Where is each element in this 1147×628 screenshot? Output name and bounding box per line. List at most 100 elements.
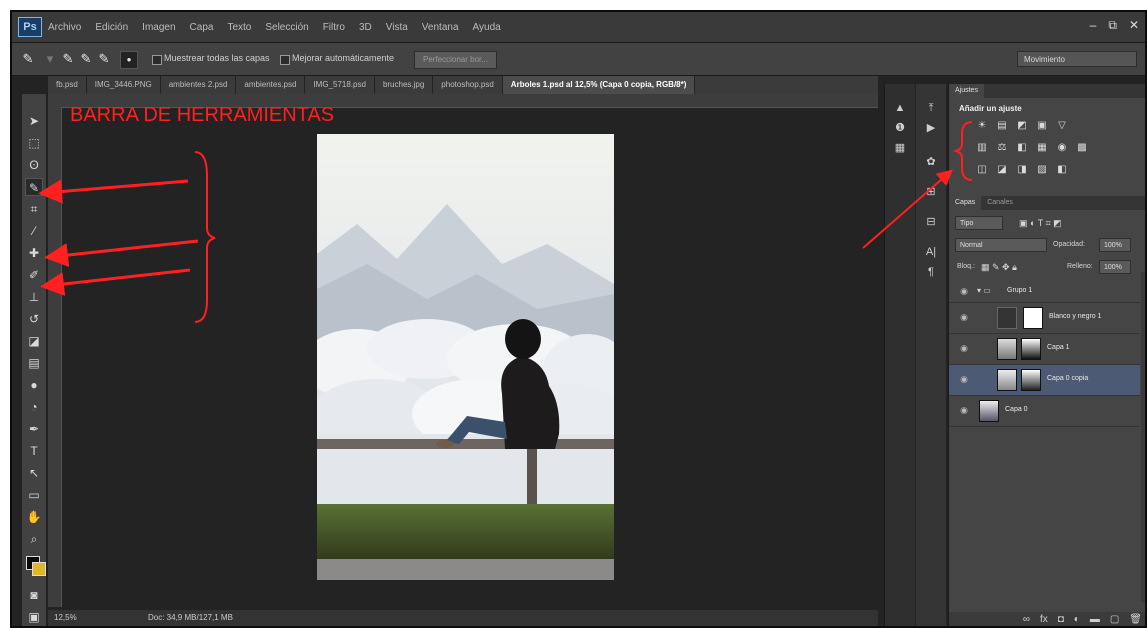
- threshold-icon[interactable]: ◨: [1015, 164, 1029, 176]
- tab-document[interactable]: IMG_5718.psd: [305, 76, 375, 94]
- document-canvas[interactable]: [317, 134, 614, 580]
- sample-all-layers-checkbox[interactable]: [152, 55, 162, 65]
- background-color-swatch[interactable]: [32, 562, 46, 576]
- menu-ventana[interactable]: Ventana: [422, 22, 459, 33]
- new-layer-icon[interactable]: ▢: [1110, 612, 1119, 626]
- visibility-eye-icon[interactable]: ◉: [957, 342, 971, 354]
- menu-capa[interactable]: Capa: [190, 22, 214, 33]
- eyedropper-tool-icon[interactable]: ⁄: [25, 222, 43, 240]
- curves-icon[interactable]: ◩: [1015, 120, 1029, 132]
- menu-edicion[interactable]: Edición: [95, 22, 128, 33]
- actions-play-icon[interactable]: ▶: [922, 120, 940, 136]
- posterize-icon[interactable]: ◪: [995, 164, 1009, 176]
- character-panel-icon[interactable]: A|: [922, 244, 940, 260]
- history-panel-icon[interactable]: ⤒: [922, 100, 940, 116]
- fill-input[interactable]: 100%: [1099, 260, 1131, 274]
- add-mask-icon[interactable]: ◘: [1058, 612, 1064, 626]
- gradient-tool-icon[interactable]: ▤: [25, 354, 43, 372]
- menu-seleccion[interactable]: Selección: [265, 22, 308, 33]
- quick-select-tool-icon[interactable]: ✎: [25, 178, 43, 196]
- layer-row[interactable]: ◉ Capa 0: [949, 396, 1140, 427]
- type-tool-icon[interactable]: T: [25, 442, 43, 460]
- tab-document[interactable]: ambientes 2.psd: [161, 76, 237, 94]
- selective-color-icon[interactable]: ◧: [1055, 164, 1069, 176]
- clone-source-icon[interactable]: ⊞: [922, 184, 940, 200]
- marquee-tool-icon[interactable]: ⬚: [25, 134, 43, 152]
- eraser-tool-icon[interactable]: ◪: [25, 332, 43, 350]
- crop-tool-icon[interactable]: ⌗: [25, 200, 43, 218]
- tab-canales[interactable]: Canales: [981, 196, 1019, 210]
- kind-filter-select[interactable]: Tipo: [955, 216, 1003, 230]
- menu-vista[interactable]: Vista: [386, 22, 408, 33]
- histogram-icon[interactable]: ▲: [891, 100, 909, 116]
- channel-mixer-icon[interactable]: ◉: [1055, 142, 1069, 154]
- brightness-contrast-icon[interactable]: ☀: [975, 120, 989, 132]
- invert-icon[interactable]: ◫: [975, 164, 989, 176]
- info-icon[interactable]: ❶: [891, 120, 909, 136]
- move-tool-icon[interactable]: ➤: [25, 112, 43, 130]
- minimize-button[interactable]: –: [1090, 18, 1097, 32]
- path-select-icon[interactable]: ↖: [25, 464, 43, 482]
- visibility-eye-icon[interactable]: ◉: [957, 373, 971, 385]
- menu-filtro[interactable]: Filtro: [323, 22, 345, 33]
- blur-tool-icon[interactable]: ●: [25, 376, 43, 394]
- layers-scrollbar[interactable]: [1141, 272, 1145, 602]
- tab-document[interactable]: bruches.jpg: [375, 76, 434, 94]
- hue-saturation-icon[interactable]: ▥: [975, 142, 989, 154]
- menu-archivo[interactable]: Archivo: [48, 22, 81, 33]
- gradient-map-icon[interactable]: ▨: [1035, 164, 1049, 176]
- healing-brush-icon[interactable]: ✚: [25, 244, 43, 262]
- black-white-icon[interactable]: ◧: [1015, 142, 1029, 154]
- levels-icon[interactable]: ▤: [995, 120, 1009, 132]
- add-selection-icon[interactable]: ✎: [78, 51, 94, 67]
- brush-panel-icon[interactable]: ✿: [922, 154, 940, 170]
- new-selection-icon[interactable]: ✎: [60, 51, 76, 67]
- vibrance-icon[interactable]: ▽: [1055, 120, 1069, 132]
- clone-stamp-icon[interactable]: ⊥: [25, 288, 43, 306]
- layer-row[interactable]: ◉ Capa 1: [949, 334, 1140, 365]
- brush-tool-icon[interactable]: ✐: [25, 266, 43, 284]
- zoom-tool-icon[interactable]: ⌕: [25, 530, 43, 548]
- layer-row-selected[interactable]: ◉ Capa 0 copia: [949, 365, 1140, 396]
- tab-active-document[interactable]: Arboles 1.psd al 12,5% (Capa 0 copia, RG…: [502, 76, 696, 94]
- tool-presets-icon[interactable]: ⊟: [922, 214, 940, 230]
- quick-mask-icon[interactable]: ◙: [25, 586, 43, 604]
- menu-texto[interactable]: Texto: [227, 22, 251, 33]
- layer-style-icon[interactable]: fx: [1040, 612, 1048, 626]
- photo-filter-icon[interactable]: ▦: [1035, 142, 1049, 154]
- layer-row-adjustment[interactable]: ◉ Blanco y negro 1: [949, 303, 1140, 334]
- delete-layer-icon[interactable]: 🗑︎: [1129, 612, 1142, 626]
- tab-document[interactable]: photoshop.psd: [433, 76, 503, 94]
- visibility-eye-icon[interactable]: ◉: [957, 311, 971, 323]
- tab-ajustes[interactable]: Ajustes: [949, 84, 984, 98]
- lasso-tool-icon[interactable]: ʘ: [25, 156, 43, 174]
- color-balance-icon[interactable]: ⚖: [995, 142, 1009, 154]
- tab-capas[interactable]: Capas: [949, 196, 982, 210]
- tab-document[interactable]: IMG_3446.PNG: [87, 76, 161, 94]
- layer-row-group[interactable]: ◉ ▾ ▭ Grupo 1: [949, 280, 1140, 303]
- tab-document[interactable]: fb.psd: [48, 76, 87, 94]
- dodge-tool-icon[interactable]: ◔: [25, 398, 43, 416]
- auto-enhance-checkbox[interactable]: [280, 55, 290, 65]
- menu-3d[interactable]: 3D: [359, 22, 372, 33]
- new-adjustment-icon[interactable]: ◐: [1074, 612, 1080, 626]
- opacity-input[interactable]: 100%: [1099, 238, 1131, 252]
- refine-edge-button[interactable]: Perfeccionar bor...: [414, 51, 497, 69]
- menu-imagen[interactable]: Imagen: [142, 22, 175, 33]
- properties-icon[interactable]: ▦: [891, 140, 909, 156]
- hand-tool-icon[interactable]: ✋: [25, 508, 43, 526]
- workspace-select[interactable]: Movimiento: [1017, 51, 1137, 67]
- new-group-icon[interactable]: ▬: [1090, 612, 1100, 626]
- blend-mode-select[interactable]: Normal: [955, 238, 1047, 252]
- subtract-selection-icon[interactable]: ✎: [96, 51, 112, 67]
- link-layers-icon[interactable]: ∞: [1023, 612, 1030, 626]
- visibility-eye-icon[interactable]: ◉: [957, 404, 971, 416]
- close-button[interactable]: ✕: [1129, 18, 1139, 32]
- color-lookup-icon[interactable]: ▩: [1075, 142, 1089, 154]
- history-brush-icon[interactable]: ↺: [25, 310, 43, 328]
- shape-tool-icon[interactable]: ▭: [25, 486, 43, 504]
- tool-preset-icon[interactable]: ✎: [20, 51, 36, 67]
- visibility-eye-icon[interactable]: ◉: [957, 285, 971, 297]
- zoom-level[interactable]: 12,5%: [54, 613, 77, 622]
- exposure-icon[interactable]: ▣: [1035, 120, 1049, 132]
